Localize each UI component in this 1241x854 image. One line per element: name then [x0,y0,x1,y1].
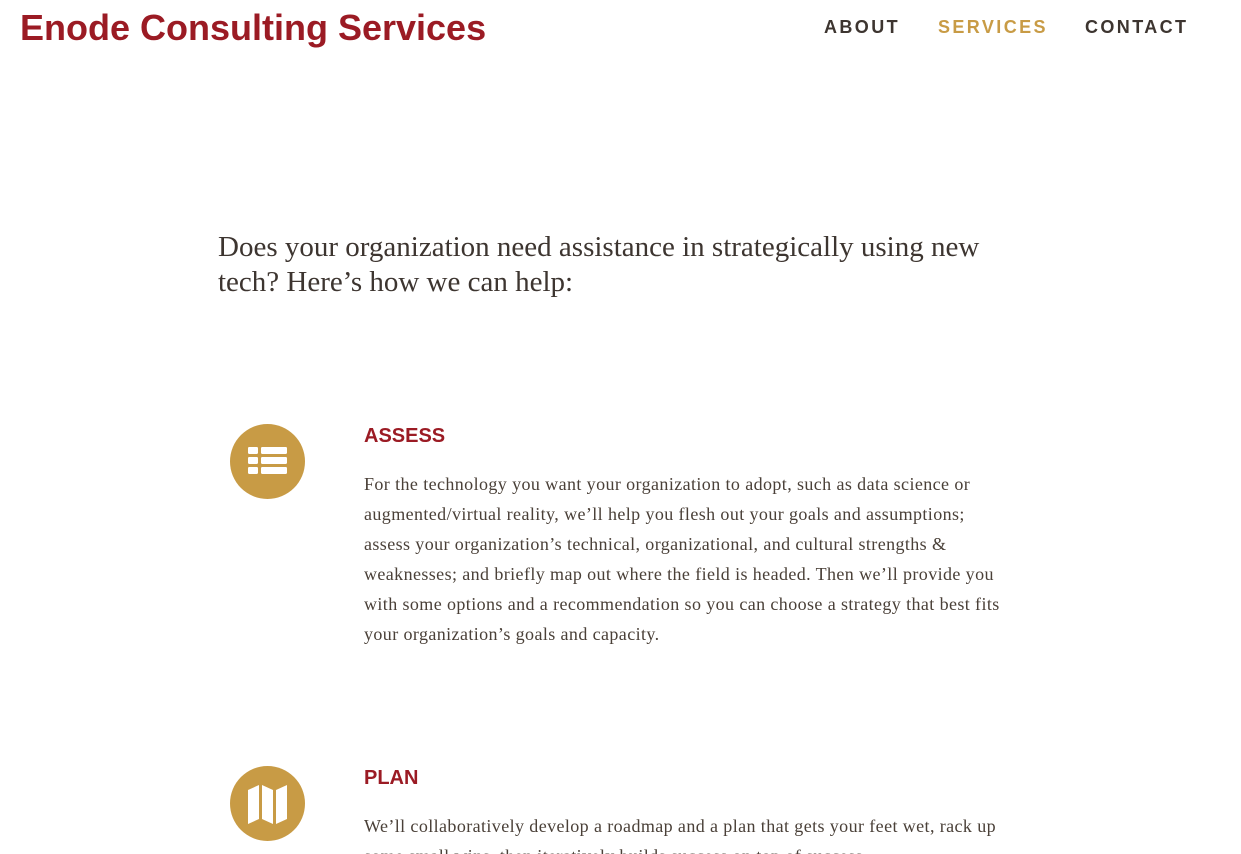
list-icon [230,424,305,499]
services-intro-heading: Does your organization need assistance i… [218,231,980,298]
service-assess-heading: ASSESS [364,425,446,447]
service-assess-description: For the technology you want your organiz… [364,474,1000,644]
service-plan-heading: PLAN [364,767,419,789]
main-nav: ABOUT SERVICES CONTACT [0,16,1241,40]
service-plan-description: We’ll collaboratively develop a roadmap … [364,816,997,854]
nav-about-link[interactable]: ABOUT [824,16,900,38]
map-icon [230,766,305,841]
nav-contact-link[interactable]: CONTACT [1085,16,1188,38]
nav-services-link[interactable]: SERVICES [938,16,1048,38]
